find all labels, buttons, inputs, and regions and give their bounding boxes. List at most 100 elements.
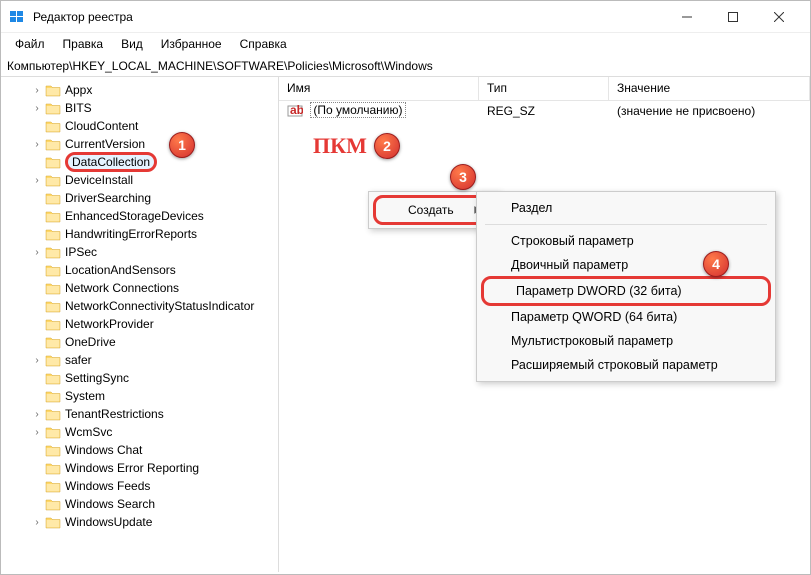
tree-item[interactable]: Windows Search [1, 495, 278, 513]
tree-item[interactable]: ›IPSec [1, 243, 278, 261]
folder-icon [45, 462, 61, 475]
folder-icon [45, 156, 61, 169]
expand-icon[interactable]: › [31, 174, 43, 186]
tree-item[interactable]: Windows Feeds [1, 477, 278, 495]
badge-4: 4 [703, 251, 729, 277]
expand-icon[interactable]: › [31, 138, 43, 150]
tree-item[interactable]: OneDrive [1, 333, 278, 351]
menu-file[interactable]: Файл [7, 35, 53, 53]
menu-favorites[interactable]: Избранное [153, 35, 230, 53]
menu-view[interactable]: Вид [113, 35, 151, 53]
expand-icon[interactable]: › [31, 426, 43, 438]
folder-icon [45, 192, 61, 205]
string-value-icon: ab [287, 103, 303, 119]
tree-pane[interactable]: › Appx › BITS CloudContent › CurrentVersion Dat… [1, 77, 279, 572]
folder-icon [45, 426, 61, 439]
folder-icon [45, 102, 61, 115]
expand-icon[interactable]: › [31, 516, 43, 528]
submenu-string[interactable]: Строковый параметр [479, 229, 773, 253]
folder-icon [45, 282, 61, 295]
folder-icon [45, 516, 61, 529]
tree-item[interactable]: › CurrentVersion [1, 135, 278, 153]
tree-item-label: Windows Feeds [65, 479, 150, 493]
badge-2: 2 [374, 133, 400, 159]
tree-item[interactable]: ›WindowsUpdate [1, 513, 278, 531]
tree-item[interactable]: NetworkConnectivityStatusIndicator [1, 297, 278, 315]
value-name-cell: ab (По умолчанию) [279, 102, 479, 120]
tree-item[interactable]: › DeviceInstall [1, 171, 278, 189]
address-bar[interactable]: Компьютер\HKEY_LOCAL_MACHINE\SOFTWARE\Po… [1, 55, 810, 77]
tree-item-label: EnhancedStorageDevices [65, 209, 204, 223]
expand-placeholder [31, 228, 43, 240]
titlebar: Редактор реестра [1, 1, 810, 33]
tree-item-label: Appx [65, 83, 92, 97]
column-name[interactable]: Имя [279, 77, 479, 100]
folder-icon [45, 444, 61, 457]
tree-item-label: LocationAndSensors [65, 263, 176, 277]
column-type[interactable]: Тип [479, 77, 609, 100]
submenu-key[interactable]: Раздел [479, 196, 773, 220]
folder-icon [45, 372, 61, 385]
folder-icon [45, 318, 61, 331]
expand-icon[interactable]: › [31, 408, 43, 420]
expand-placeholder [31, 264, 43, 276]
tree-item-label: DeviceInstall [65, 173, 133, 187]
expand-icon[interactable]: › [31, 246, 43, 258]
tree-item[interactable]: Network Connections [1, 279, 278, 297]
tree-item[interactable]: DataCollection [1, 153, 278, 171]
expand-placeholder [31, 282, 43, 294]
menu-help[interactable]: Справка [232, 35, 295, 53]
expand-icon[interactable]: › [31, 354, 43, 366]
app-icon [9, 9, 25, 25]
menu-create-label: Создать [408, 203, 454, 217]
expand-placeholder [31, 390, 43, 402]
tree-item[interactable]: CloudContent [1, 117, 278, 135]
tree-item-label: NetworkProvider [65, 317, 154, 331]
expand-placeholder [31, 210, 43, 222]
tree-item-label: Windows Chat [65, 443, 142, 457]
close-button[interactable] [756, 2, 802, 32]
tree-item[interactable]: EnhancedStorageDevices [1, 207, 278, 225]
folder-icon [45, 408, 61, 421]
tree-item[interactable]: HandwritingErrorReports [1, 225, 278, 243]
folder-icon [45, 210, 61, 223]
tree-item[interactable]: SettingSync [1, 369, 278, 387]
minimize-button[interactable] [664, 2, 710, 32]
value-name: (По умолчанию) [310, 102, 405, 118]
tree-item-label: System [65, 389, 105, 403]
tree-item[interactable]: Windows Chat [1, 441, 278, 459]
tree-item-label: safer [65, 353, 92, 367]
submenu-expand[interactable]: Расширяемый строковый параметр [479, 353, 773, 377]
submenu-multi[interactable]: Мультистроковый параметр [479, 329, 773, 353]
folder-icon [45, 354, 61, 367]
tree-item-label: BITS [65, 101, 92, 115]
list-row[interactable]: ab (По умолчанию) REG_SZ (значение не пр… [279, 101, 810, 121]
expand-placeholder [31, 300, 43, 312]
tree-item[interactable]: NetworkProvider [1, 315, 278, 333]
tree-item[interactable]: ›WcmSvc [1, 423, 278, 441]
menu-edit[interactable]: Правка [55, 35, 112, 53]
folder-icon [45, 480, 61, 493]
tree-item[interactable]: › BITS [1, 99, 278, 117]
tree-item-label: CurrentVersion [65, 137, 145, 151]
expand-icon[interactable]: › [31, 84, 43, 96]
tree-item[interactable]: Windows Error Reporting [1, 459, 278, 477]
submenu-dword[interactable]: Параметр DWORD (32 бита) [481, 276, 771, 306]
column-value[interactable]: Значение [609, 77, 810, 100]
maximize-button[interactable] [710, 2, 756, 32]
expand-placeholder [31, 480, 43, 492]
folder-icon [45, 336, 61, 349]
tree-item[interactable]: › safer [1, 351, 278, 369]
menubar: Файл Правка Вид Избранное Справка [1, 33, 810, 55]
tree-item-label: TenantRestrictions [65, 407, 164, 421]
tree-item[interactable]: › Appx [1, 81, 278, 99]
folder-icon [45, 300, 61, 313]
tree-item[interactable]: LocationAndSensors [1, 261, 278, 279]
badge-3: 3 [450, 164, 476, 190]
tree-item[interactable]: DriverSearching [1, 189, 278, 207]
tree-item[interactable]: System [1, 387, 278, 405]
tree-item-label: OneDrive [65, 335, 116, 349]
expand-icon[interactable]: › [31, 102, 43, 114]
submenu-qword[interactable]: Параметр QWORD (64 бита) [479, 305, 773, 329]
tree-item[interactable]: › TenantRestrictions [1, 405, 278, 423]
